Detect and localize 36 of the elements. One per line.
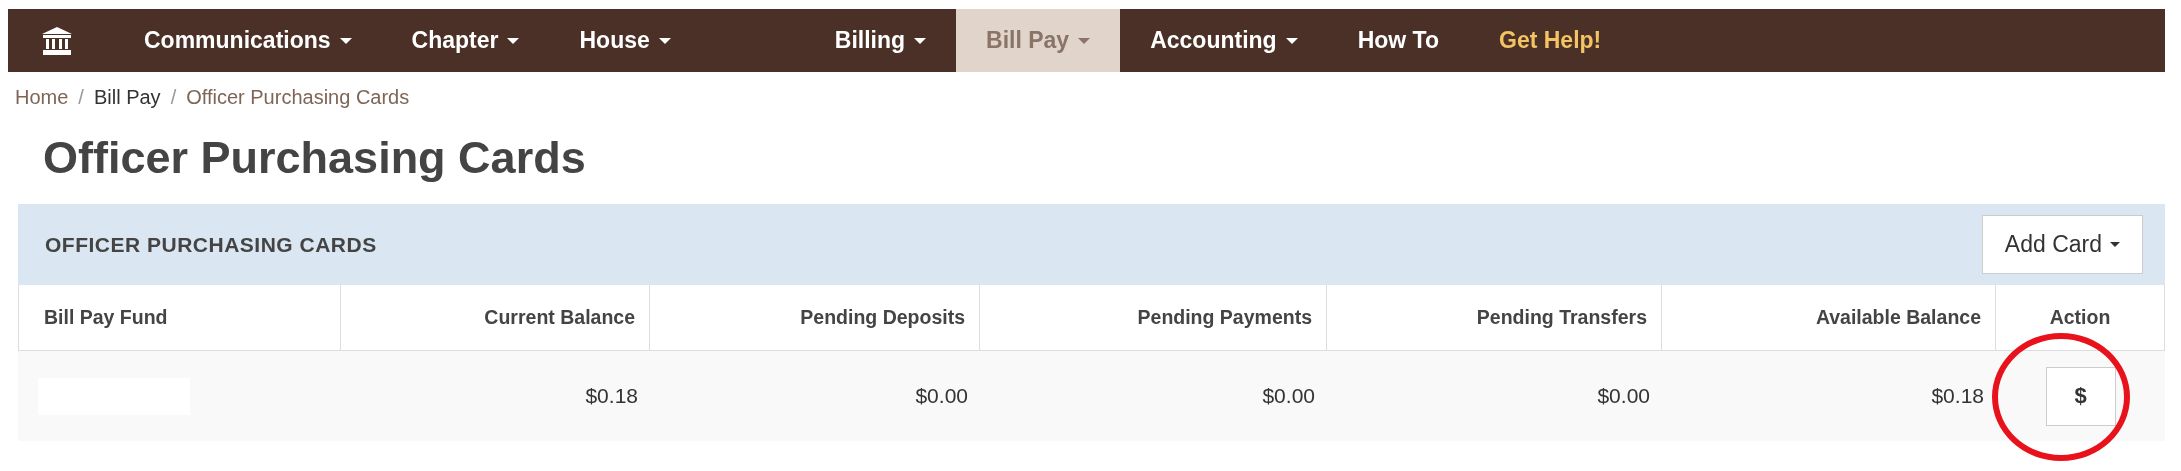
pay-button[interactable]: $: [2045, 366, 2116, 426]
caret-icon: [914, 37, 927, 44]
column-header: Available Balance: [1662, 285, 1996, 351]
bank-icon: [42, 26, 72, 55]
column-header: Pending Payments: [980, 285, 1327, 351]
caret-icon: [2110, 242, 2120, 247]
table-cell: $0.00: [980, 351, 1327, 441]
nav-menu-item[interactable]: How To: [1327, 9, 1469, 72]
breadcrumb-current: Officer Purchasing Cards: [186, 85, 410, 109]
nav-menu-item[interactable]: Billing: [804, 9, 957, 72]
caret-icon: [1285, 37, 1298, 44]
page-title: Officer Purchasing Cards: [43, 131, 587, 185]
caret-icon: [339, 37, 352, 44]
nav-menu-item[interactable]: House: [549, 9, 701, 72]
nav-menu-item[interactable]: Accounting: [1120, 9, 1328, 72]
breadcrumb-separator: /: [78, 85, 84, 109]
caret-icon: [507, 37, 520, 44]
column-header: Pending Deposits: [650, 285, 980, 351]
table-cell: $0.18: [341, 351, 650, 441]
caret-icon: [658, 37, 671, 44]
column-header: Bill Pay Fund: [18, 285, 341, 351]
breadcrumb-item[interactable]: Bill Pay: [93, 85, 161, 109]
column-header: Pending Transfers: [1327, 285, 1662, 351]
breadcrumb-link[interactable]: Home: [15, 85, 69, 109]
add-card-button[interactable]: Add Card: [1981, 215, 2143, 274]
column-header: Action: [1996, 285, 2165, 351]
caret-icon: [1078, 37, 1091, 44]
column-header: Current Balance: [341, 285, 650, 351]
table-cell: $0.18: [1662, 351, 1996, 441]
nav-menu-item[interactable]: Chapter: [381, 9, 550, 72]
help-link[interactable]: Get Help!: [1469, 9, 1632, 72]
table-cell: $0.00: [650, 351, 980, 441]
breadcrumb-separator: /: [170, 85, 177, 109]
table-cell: $0.00: [1327, 351, 1662, 441]
nav-menu-item[interactable]: Communications: [114, 9, 382, 72]
panel-title: OFFICER PURCHASING CARDS: [45, 232, 377, 257]
